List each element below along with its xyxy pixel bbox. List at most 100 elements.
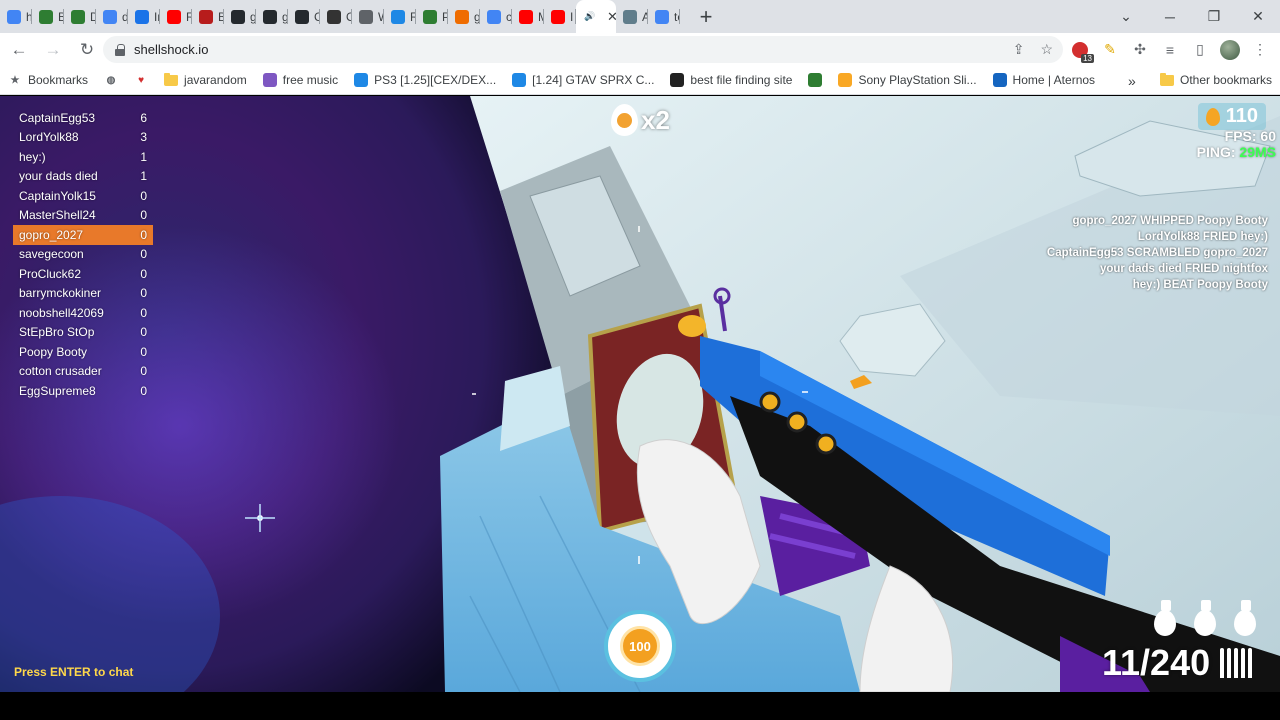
bookmark-item[interactable]: javarandom [156,72,255,87]
folder-icon [164,72,179,86]
browser-tab[interactable]: Dc [64,0,96,33]
browser-tab[interactable]: hc [0,0,32,33]
bookmark-list: ★ Bookmarks ◍ ♥ javarandom free music PS3 [1.2… [0,72,1104,87]
other-bookmarks-label: Other bookmarks [1180,73,1273,87]
browser-tab[interactable]: Ru [160,0,192,33]
extensions-puzzle-icon[interactable]: ✣ [1130,40,1150,60]
kill-streak: x2 [611,104,670,136]
star-icon: ★ [10,74,20,86]
profile-avatar[interactable] [1220,39,1240,60]
bookmark-label: PS3 [1.25][CEX/DEX... [374,73,497,87]
bookmark-item[interactable]: Sony PlayStation Sli... [830,73,984,87]
url-text[interactable]: shellshock.io [134,42,208,57]
browser-tab[interactable]: gc [256,0,288,33]
browser-tab[interactable]: ca [480,0,512,33]
bookmark-item[interactable]: best file finding site [662,73,800,87]
scoreboard-row: hey:) 1 [13,147,153,167]
google-icon [487,9,501,24]
browser-tab[interactable]: I t [544,0,576,33]
tab-search-chevron-icon[interactable]: ⌄ [1104,2,1148,32]
minimize-button[interactable]: ─ [1148,2,1192,32]
player-score: 0 [140,344,147,359]
browser-tab[interactable]: 🔊 ✕ [576,0,616,33]
scoreboard-row: LordYolk88 3 [13,128,153,148]
swirl-icon [455,9,469,24]
kill-feed-entry: CaptainEgg53 SCRAMBLED gopro_2027 [1046,247,1268,259]
browser-tab[interactable]: Be [192,0,224,33]
golden-egg-icon [1205,107,1220,126]
bookmark-item[interactable]: PS3 [1.25][CEX/DEX... [346,73,504,87]
browser-tab[interactable]: de [96,0,128,33]
fps-value: 60 [1260,128,1276,144]
reload-button[interactable]: ↻ [72,35,102,65]
grenade-icon [1190,598,1220,636]
kill-feed-entry: your dads died FRIED nightfox [1099,263,1268,275]
other-bookmarks-folder[interactable]: Other bookmarks [1152,72,1280,87]
bookmark-item[interactable]: ◍ [96,73,126,87]
player-score: 6 [140,110,147,125]
back-button[interactable]: ← [4,35,34,65]
browser-tab[interactable]: gc [224,0,256,33]
browser-tab[interactable]: Py [416,0,448,33]
scoreboard-row: savegecoon 0 [13,245,153,265]
scoreboard-row: cotton crusader 0 [13,362,153,382]
browser-tab[interactable]: Op [320,0,352,33]
browser-tab[interactable]: Cl [288,0,320,33]
player-score: 0 [140,266,147,281]
game-viewport[interactable]: CaptainEgg53 6 LordYolk88 3 hey:) 1 your dads … [0,96,1280,692]
green-app-icon [39,9,53,24]
bookmark-item[interactable]: free music [255,73,346,87]
share-icon[interactable]: ⇪ [1013,41,1025,58]
browser-tab[interactable]: te [648,0,680,33]
browser-tab[interactable]: Im [128,0,160,33]
scoreboard-row: ProCluck62 0 [13,264,153,284]
bookmark-item[interactable] [800,73,830,87]
browser-tab[interactable]: M [512,0,544,33]
bookmark-item[interactable]: Home | Aternos [985,73,1104,87]
github-icon [231,9,245,24]
streak-count: x2 [641,104,670,135]
lock-icon[interactable] [115,43,125,56]
more-bookmarks-chevron-icon[interactable]: » [1128,66,1136,95]
scoreboard-row: CaptainYolk15 0 [13,186,153,206]
browser-tab[interactable]: Re [384,0,416,33]
forward-button[interactable]: → [38,35,68,65]
bookmark-star-icon[interactable]: ☆ [1040,41,1053,58]
address-bar[interactable]: shellshock.io ⇪ ☆ [103,36,1063,63]
bullets-icon [1220,648,1253,678]
adblock-extension-icon[interactable]: 13 [1070,40,1094,63]
bookmark-item[interactable]: ♥ [126,73,156,87]
player-name: CaptainYolk15 [19,188,96,203]
c-icon [354,73,369,87]
gun-bolt [759,391,781,413]
player-name: savegecoon [19,247,84,262]
app-icon [808,73,823,87]
side-panel-icon[interactable]: ▯ [1190,40,1210,60]
player-name: ProCluck62 [19,266,82,281]
browser-tab[interactable]: W [352,0,384,33]
player-name: Poopy Booty [19,344,88,359]
player-name: gopro_2027 [19,227,84,242]
menu-kebab-icon[interactable]: ⋮ [1250,40,1270,60]
gun-muzzle [678,315,706,337]
tv-icon [670,73,685,87]
player-score: 0 [140,188,147,203]
scoreboard-row: CaptainEgg53 6 [13,108,153,128]
color-picker-extension-icon[interactable]: ✎ [1100,40,1120,60]
new-tab-button[interactable]: + [692,3,720,31]
close-window-button[interactable]: ✕ [1236,2,1280,32]
player-score: 3 [140,130,147,145]
player-name: StEpBro StOp [19,325,95,340]
media-control-icon[interactable]: ≡ [1160,40,1180,60]
grenade-icon [1230,598,1260,636]
browser-tab[interactable]: A [616,0,648,33]
bookmark-item[interactable]: ★ Bookmarks [0,73,96,87]
bookmarks-bar: ★ Bookmarks ◍ ♥ javarandom free music PS3 [1.2… [0,66,1280,95]
restore-button[interactable]: ❐ [1192,2,1236,32]
browser-tab[interactable]: Bu [32,0,64,33]
browser-tab[interactable]: gi [448,0,480,33]
bookmark-item[interactable]: [1.24] GTAV SPRX C... [504,73,662,87]
tab-close-icon[interactable]: ✕ [607,9,616,25]
bookmark-label: Bookmarks [28,73,89,87]
bookmark-label: [1.24] GTAV SPRX C... [532,73,655,87]
